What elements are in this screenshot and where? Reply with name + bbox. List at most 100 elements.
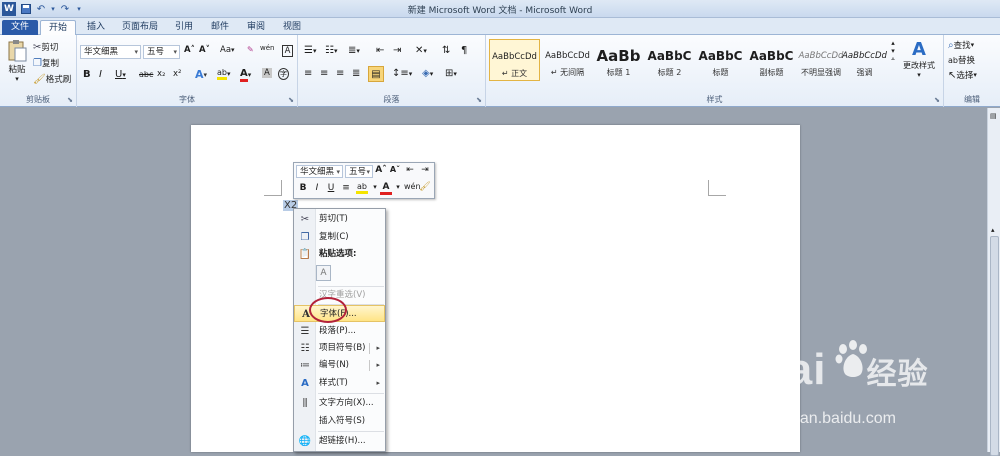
bullets-button[interactable]: ☰ ▾ bbox=[304, 45, 316, 56]
paste-button[interactable]: 粘贴 ▾ bbox=[4, 39, 30, 87]
multilevel-list-button[interactable]: ≣ ▾ bbox=[348, 45, 360, 56]
sort-button[interactable]: ⇅ bbox=[442, 45, 450, 56]
mini-shrink-font-icon[interactable]: Aˇ bbox=[389, 165, 401, 174]
enclose-characters-button[interactable]: 字 bbox=[278, 68, 289, 80]
select-button[interactable]: ↖ 选择 ▾ bbox=[948, 69, 977, 82]
superscript-button[interactable]: x² bbox=[173, 69, 181, 79]
show-marks-button[interactable]: ¶ bbox=[461, 45, 467, 56]
mini-italic-icon[interactable]: I bbox=[311, 183, 323, 193]
tab-mailings[interactable]: 邮件 bbox=[206, 20, 234, 35]
distributed-button[interactable]: ▤ bbox=[368, 66, 384, 82]
menu-item-insert-symbol[interactable]: 插入符号(S) bbox=[294, 413, 385, 430]
increase-indent-button[interactable]: ⇥ bbox=[393, 45, 401, 56]
mini-font-color-icon[interactable]: A bbox=[380, 182, 392, 195]
text-effects-button[interactable]: A ▾ bbox=[195, 68, 207, 81]
document-page[interactable] bbox=[191, 125, 800, 452]
change-case-button[interactable]: Aa ▾ bbox=[220, 45, 235, 55]
mini-highlight-icon[interactable]: ab bbox=[356, 182, 368, 194]
styles-group-label: 样式 bbox=[706, 95, 723, 104]
cut-button[interactable]: ✂ 剪切 bbox=[33, 41, 58, 54]
style-normal[interactable]: AaBbCcDd ↵ 正文 bbox=[489, 39, 540, 81]
phonetic-guide-button[interactable]: wén bbox=[260, 44, 274, 52]
bold-button[interactable]: B bbox=[83, 69, 91, 80]
clipboard-launcher-icon[interactable]: ⬊ bbox=[67, 96, 73, 104]
tab-insert[interactable]: 插入 bbox=[82, 20, 110, 35]
mini-bold-icon[interactable]: B bbox=[297, 183, 309, 193]
mini-format-painter-icon[interactable]: 🖌 bbox=[419, 182, 431, 192]
strikethrough-button[interactable]: abc bbox=[139, 70, 153, 79]
mini-decrease-indent-icon[interactable]: ⇤ bbox=[404, 165, 416, 175]
styles-scroll[interactable]: ▴ ▾ ⩡ bbox=[891, 39, 895, 63]
paste-icon: 📋 bbox=[298, 249, 312, 260]
chinese-layout-button[interactable]: ✕ ▾ bbox=[415, 45, 427, 56]
increase-indent-icon: ⇥ bbox=[393, 45, 402, 56]
replace-button[interactable]: ab 替换 bbox=[948, 54, 975, 67]
align-left-button[interactable]: ≡ bbox=[304, 68, 312, 79]
clear-format-button[interactable]: ✎ bbox=[247, 45, 254, 54]
align-right-button[interactable]: ≡ bbox=[336, 68, 344, 79]
font-size-combo[interactable]: 五号 ▾ bbox=[143, 45, 180, 59]
style-heading-2[interactable]: AaBbC 标题 2 bbox=[644, 39, 695, 81]
mini-underline-icon[interactable]: U bbox=[325, 183, 337, 193]
mini-phonetic-icon[interactable]: wén bbox=[404, 182, 421, 191]
format-painter-button[interactable]: 🖌 格式刷 bbox=[33, 73, 71, 86]
style-heading-1[interactable]: AaBb 标题 1 bbox=[593, 39, 644, 81]
subscript-button[interactable]: x₂ bbox=[157, 69, 165, 79]
shrink-font-button[interactable]: A˅ bbox=[199, 45, 210, 55]
line-spacing-button[interactable]: ↕≡ ▾ bbox=[392, 68, 412, 79]
font-launcher-icon[interactable]: ⬊ bbox=[288, 96, 294, 104]
style-no-spacing[interactable]: AaBbCcDd ↵ 无间隔 bbox=[542, 39, 593, 81]
shading-button[interactable]: ◈ ▾ bbox=[422, 68, 433, 79]
menu-item-paste-keep-text[interactable]: A bbox=[294, 263, 385, 283]
justify-button[interactable]: ≣ bbox=[352, 68, 360, 79]
style-emphasis[interactable]: AaBbCcDd 强调 bbox=[839, 39, 890, 81]
underline-button[interactable]: U ▾ bbox=[115, 69, 126, 80]
menu-item-text-direction[interactable]: ⫼ 文字方向(X)... bbox=[294, 395, 385, 412]
highlight-button[interactable]: ab ▾ bbox=[217, 68, 231, 80]
submenu-arrow-icon[interactable]: ▸ bbox=[376, 357, 380, 374]
styles-launcher-icon[interactable]: ⬊ bbox=[934, 96, 940, 104]
ruler-toggle-icon[interactable]: ▤ bbox=[990, 112, 997, 120]
font-name-combo[interactable]: 华文细黑 ▾ bbox=[80, 45, 141, 59]
window-title: 新建 Microsoft Word 文档 - Microsoft Word bbox=[407, 6, 593, 16]
tab-home[interactable]: 开始 bbox=[40, 20, 76, 35]
tab-page-layout[interactable]: 页面布局 bbox=[118, 20, 162, 35]
italic-button[interactable]: I bbox=[99, 69, 102, 80]
align-center-button[interactable]: ≡ bbox=[320, 68, 328, 79]
decrease-indent-button[interactable]: ⇤ bbox=[376, 45, 384, 56]
font-color-button[interactable]: A ▾ bbox=[240, 68, 251, 82]
mini-increase-indent-icon[interactable]: ⇥ bbox=[419, 165, 431, 175]
find-button[interactable]: ⌕ 查找 ▾ bbox=[948, 39, 974, 52]
paragraph-launcher-icon[interactable]: ⬊ bbox=[476, 96, 482, 104]
submenu-arrow-icon[interactable]: ▸ bbox=[376, 340, 380, 357]
menu-item-paragraph[interactable]: ☰ 段落(P)... bbox=[294, 323, 385, 340]
tab-review[interactable]: 审阅 bbox=[242, 20, 270, 35]
character-shading-button[interactable]: A bbox=[262, 68, 272, 78]
copy-button[interactable]: ❐ 复制 bbox=[33, 57, 59, 70]
menu-item-numbering[interactable]: ≔ 编号(N) ▸ bbox=[294, 357, 385, 374]
styles-icon: A bbox=[301, 378, 309, 389]
menu-item-styles[interactable]: A 样式(T) ▸ bbox=[294, 375, 385, 392]
align-center-icon: ≡ bbox=[320, 68, 329, 79]
mini-grow-font-icon[interactable]: Aˆ bbox=[375, 165, 387, 175]
character-border-button[interactable]: A bbox=[282, 45, 293, 57]
tab-references[interactable]: 引用 bbox=[170, 20, 198, 35]
borders-button[interactable]: ⊞ ▾ bbox=[445, 68, 457, 79]
menu-item-hyperlink[interactable]: 🌐 超链接(H)... bbox=[294, 433, 385, 450]
tab-view[interactable]: 视图 bbox=[278, 20, 306, 35]
distributed-icon: ▤ bbox=[371, 68, 381, 80]
menu-item-cut[interactable]: ✂ 剪切(T) bbox=[294, 211, 385, 228]
grow-font-button[interactable]: A˄ bbox=[184, 45, 195, 55]
mini-font-size-combo[interactable]: 五号 ▾ bbox=[345, 165, 373, 178]
menu-item-bullets[interactable]: ☷ 项目符号(B) ▸ bbox=[294, 340, 385, 357]
style-title[interactable]: AaBbC 标题 bbox=[695, 39, 746, 81]
mini-center-icon[interactable]: ≡ bbox=[340, 183, 352, 193]
scrollbar-thumb[interactable] bbox=[990, 236, 999, 456]
change-styles-button[interactable]: A 更改样式 ▾ bbox=[903, 39, 935, 79]
menu-item-copy[interactable]: ❐ 复制(C) bbox=[294, 229, 385, 246]
mini-font-name-combo[interactable]: 华文细黑 ▾ bbox=[296, 165, 343, 178]
scroll-up-icon[interactable]: ▴ bbox=[991, 226, 995, 234]
tab-file[interactable]: 文件 bbox=[2, 20, 38, 35]
numbering-button[interactable]: ☷ ▾ bbox=[325, 45, 337, 56]
chevron-down-icon[interactable]: ▾ bbox=[392, 183, 404, 191]
